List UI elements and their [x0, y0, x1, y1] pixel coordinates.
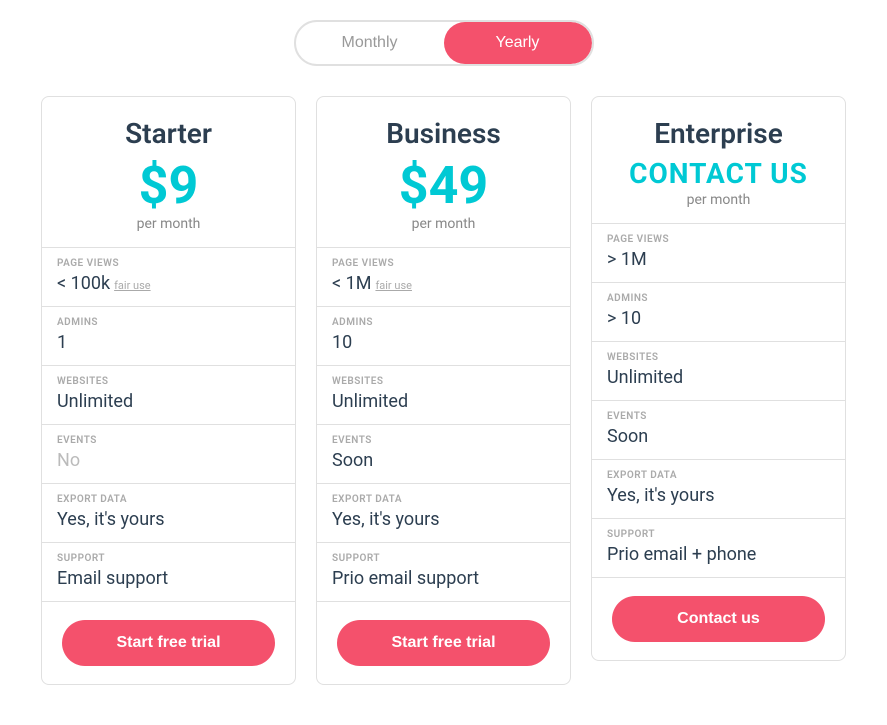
pricing-cards-container: Starter $9 per month PAGE VIEWS < 100k fair u… [20, 96, 867, 685]
plan-header-enterprise: Enterprise CONTACT US per month [592, 97, 845, 224]
feature-value-wrapper-enterprise-4: Yes, it's yours [607, 485, 830, 506]
feature-value-starter-0: < 100k [57, 273, 110, 294]
feature-row-starter-5: SUPPORT Email support [42, 543, 295, 602]
feature-row-enterprise-3: EVENTS Soon [592, 401, 845, 460]
feature-value-business-2: Unlimited [332, 391, 408, 412]
yearly-toggle-button[interactable]: Yearly [444, 22, 592, 64]
feature-label-enterprise-1: ADMINS [607, 293, 830, 304]
plan-name-business: Business [337, 117, 550, 150]
feature-row-business-3: EVENTS Soon [317, 425, 570, 484]
cta-button-business[interactable]: Start free trial [337, 620, 550, 666]
feature-value-wrapper-starter-3: No [57, 450, 280, 471]
feature-row-starter-4: EXPORT DATA Yes, it's yours [42, 484, 295, 543]
feature-label-enterprise-4: EXPORT DATA [607, 470, 830, 481]
feature-value-enterprise-5: Prio email + phone [607, 544, 756, 565]
feature-row-starter-2: WEBSITES Unlimited [42, 366, 295, 425]
feature-label-business-5: SUPPORT [332, 553, 555, 564]
cta-container-business: Start free trial [317, 602, 570, 684]
feature-value-starter-3: No [57, 450, 80, 471]
plan-card-enterprise: Enterprise CONTACT US per month PAGE VIEWS >… [591, 96, 846, 661]
feature-value-starter-5: Email support [57, 568, 168, 589]
billing-toggle: Monthly Yearly [294, 20, 594, 66]
plan-name-starter: Starter [62, 117, 275, 150]
feature-label-starter-0: PAGE VIEWS [57, 258, 280, 269]
feature-value-business-5: Prio email support [332, 568, 479, 589]
feature-value-wrapper-enterprise-0: > 1M [607, 249, 830, 270]
feature-value-wrapper-starter-2: Unlimited [57, 391, 280, 412]
feature-value-wrapper-business-5: Prio email support [332, 568, 555, 589]
feature-label-starter-2: WEBSITES [57, 376, 280, 387]
plan-price-starter: $9 [62, 160, 275, 212]
plan-price-business: $49 [337, 160, 550, 212]
feature-label-business-4: EXPORT DATA [332, 494, 555, 505]
plan-header-starter: Starter $9 per month [42, 97, 295, 248]
feature-value-wrapper-business-2: Unlimited [332, 391, 555, 412]
cta-button-starter[interactable]: Start free trial [62, 620, 275, 666]
feature-value-wrapper-business-0: < 1M fair use [332, 273, 555, 294]
feature-row-starter-0: PAGE VIEWS < 100k fair use [42, 248, 295, 307]
feature-row-business-4: EXPORT DATA Yes, it's yours [317, 484, 570, 543]
plan-per-month-business: per month [337, 216, 550, 232]
feature-value-starter-4: Yes, it's yours [57, 509, 165, 530]
plan-per-month-enterprise: per month [612, 192, 825, 208]
feature-row-enterprise-0: PAGE VIEWS > 1M [592, 224, 845, 283]
cta-container-enterprise: Contact us [592, 578, 845, 660]
feature-label-starter-1: ADMINS [57, 317, 280, 328]
plan-card-business: Business $49 per month PAGE VIEWS < 1M fair u… [316, 96, 571, 685]
feature-label-business-3: EVENTS [332, 435, 555, 446]
feature-value-starter-2: Unlimited [57, 391, 133, 412]
feature-value-business-1: 10 [332, 332, 352, 353]
feature-label-enterprise-0: PAGE VIEWS [607, 234, 830, 245]
feature-value-wrapper-starter-4: Yes, it's yours [57, 509, 280, 530]
feature-value-wrapper-enterprise-2: Unlimited [607, 367, 830, 388]
feature-value-wrapper-starter-0: < 100k fair use [57, 273, 280, 294]
feature-value-enterprise-2: Unlimited [607, 367, 683, 388]
feature-value-wrapper-business-4: Yes, it's yours [332, 509, 555, 530]
plan-price-enterprise: CONTACT US [612, 160, 825, 188]
feature-row-enterprise-5: SUPPORT Prio email + phone [592, 519, 845, 578]
feature-row-business-0: PAGE VIEWS < 1M fair use [317, 248, 570, 307]
feature-label-starter-4: EXPORT DATA [57, 494, 280, 505]
feature-label-starter-3: EVENTS [57, 435, 280, 446]
feature-row-business-2: WEBSITES Unlimited [317, 366, 570, 425]
plan-header-business: Business $49 per month [317, 97, 570, 248]
feature-value-starter-1: 1 [57, 332, 67, 353]
cta-button-enterprise[interactable]: Contact us [612, 596, 825, 642]
feature-value-enterprise-3: Soon [607, 426, 648, 447]
feature-label-business-1: ADMINS [332, 317, 555, 328]
feature-row-business-1: ADMINS 10 [317, 307, 570, 366]
plan-name-enterprise: Enterprise [612, 117, 825, 150]
feature-value-business-3: Soon [332, 450, 373, 471]
feature-value-enterprise-0: > 1M [607, 249, 647, 270]
plan-card-starter: Starter $9 per month PAGE VIEWS < 100k fair u… [41, 96, 296, 685]
feature-row-enterprise-1: ADMINS > 10 [592, 283, 845, 342]
feature-row-business-5: SUPPORT Prio email support [317, 543, 570, 602]
feature-row-starter-3: EVENTS No [42, 425, 295, 484]
fair-use-tag-business-0: fair use [375, 279, 412, 292]
feature-label-starter-5: SUPPORT [57, 553, 280, 564]
feature-value-wrapper-starter-5: Email support [57, 568, 280, 589]
plan-per-month-starter: per month [62, 216, 275, 232]
feature-value-wrapper-enterprise-3: Soon [607, 426, 830, 447]
cta-container-starter: Start free trial [42, 602, 295, 684]
feature-label-enterprise-2: WEBSITES [607, 352, 830, 363]
feature-value-business-0: < 1M [332, 273, 371, 294]
feature-label-enterprise-5: SUPPORT [607, 529, 830, 540]
feature-row-enterprise-4: EXPORT DATA Yes, it's yours [592, 460, 845, 519]
feature-value-enterprise-4: Yes, it's yours [607, 485, 715, 506]
feature-row-enterprise-2: WEBSITES Unlimited [592, 342, 845, 401]
feature-value-wrapper-business-3: Soon [332, 450, 555, 471]
feature-value-wrapper-business-1: 10 [332, 332, 555, 353]
feature-value-wrapper-starter-1: 1 [57, 332, 280, 353]
feature-row-starter-1: ADMINS 1 [42, 307, 295, 366]
feature-value-wrapper-enterprise-1: > 10 [607, 308, 830, 329]
fair-use-tag-starter-0: fair use [114, 279, 151, 292]
feature-label-business-2: WEBSITES [332, 376, 555, 387]
feature-label-enterprise-3: EVENTS [607, 411, 830, 422]
feature-label-business-0: PAGE VIEWS [332, 258, 555, 269]
monthly-toggle-button[interactable]: Monthly [296, 22, 444, 64]
feature-value-wrapper-enterprise-5: Prio email + phone [607, 544, 830, 565]
feature-value-enterprise-1: > 10 [607, 308, 641, 329]
feature-value-business-4: Yes, it's yours [332, 509, 440, 530]
